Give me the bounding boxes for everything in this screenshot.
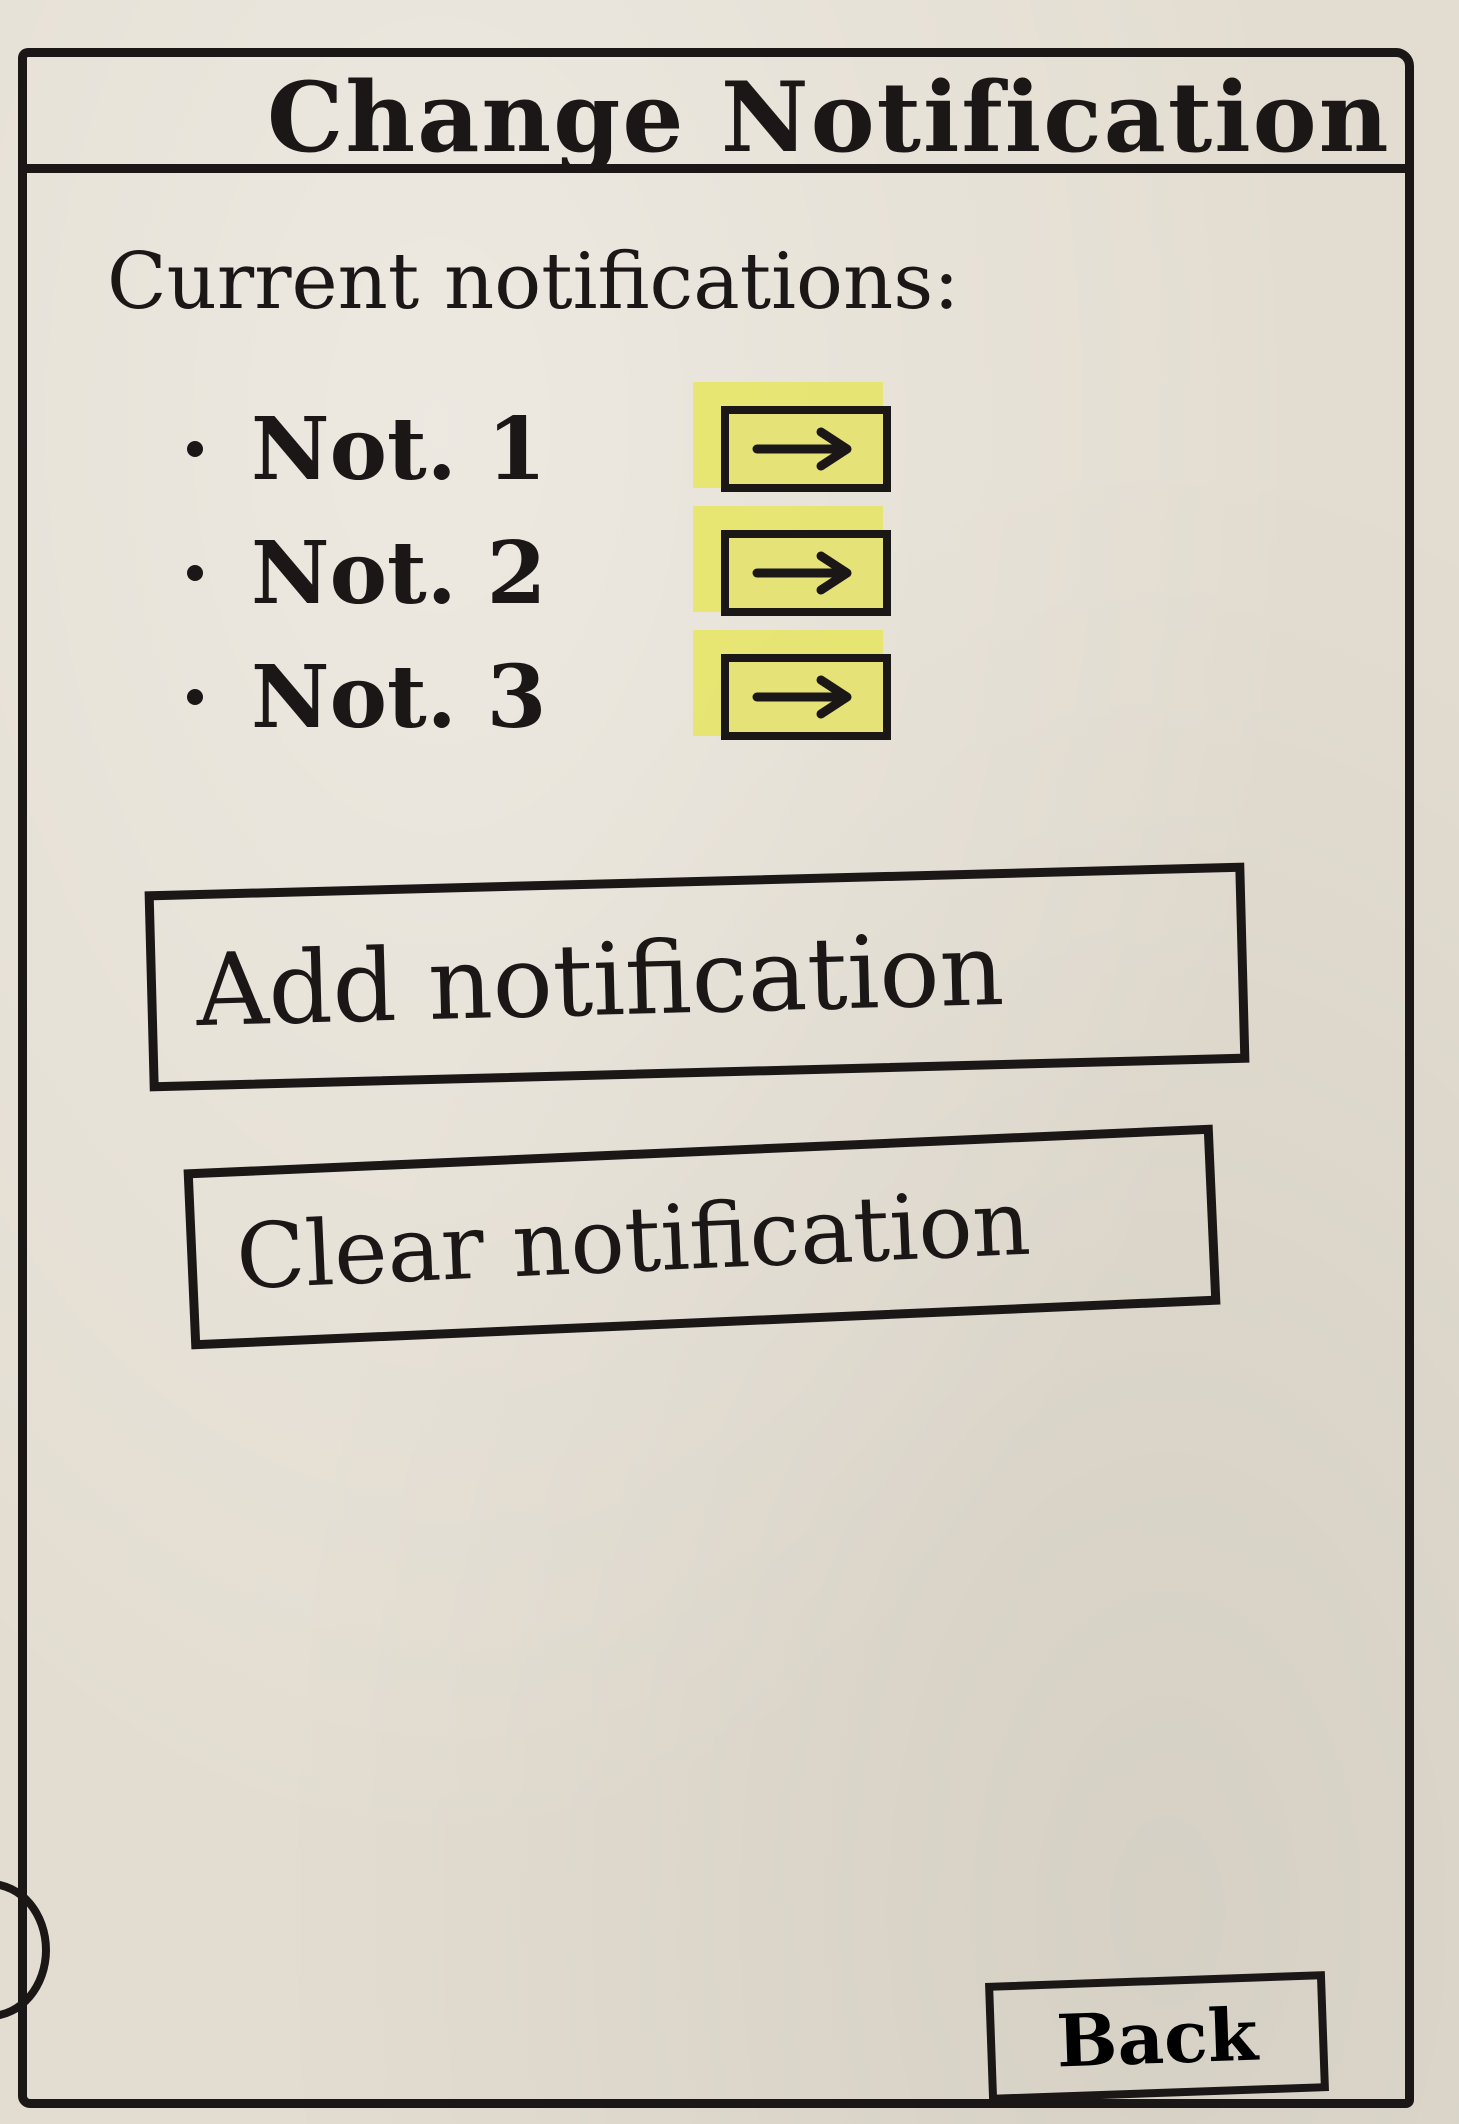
- add-notification-button[interactable]: Add notification: [144, 862, 1250, 1092]
- open-notification-2-button[interactable]: [721, 530, 891, 616]
- back-button[interactable]: Back: [985, 1971, 1329, 2103]
- arrow-right-icon: [752, 427, 852, 471]
- arrow-right-icon: [752, 675, 852, 719]
- notification-label: Not. 1: [251, 398, 547, 500]
- bullet-icon: [187, 441, 203, 457]
- clear-notification-button[interactable]: Clear notification: [183, 1124, 1221, 1350]
- notification-label: Not. 2: [251, 522, 547, 624]
- phone-screen: Change Notification Current notification…: [18, 48, 1414, 2108]
- open-notification-1-button[interactable]: [721, 406, 891, 492]
- bullet-icon: [187, 689, 203, 705]
- arrow-right-icon: [752, 551, 852, 595]
- notification-label: Not. 3: [251, 646, 547, 748]
- page-title: Change Notification: [267, 61, 1391, 174]
- notification-list: Not. 1 Not. 2 Not. 3: [187, 387, 891, 759]
- title-bar: Change Notification: [27, 57, 1405, 174]
- bullet-icon: [187, 565, 203, 581]
- list-item: Not. 1: [187, 387, 891, 511]
- current-notifications-label: Current notifications:: [107, 237, 960, 327]
- list-item: Not. 2: [187, 511, 891, 635]
- list-item: Not. 3: [187, 635, 891, 759]
- open-notification-3-button[interactable]: [721, 654, 891, 740]
